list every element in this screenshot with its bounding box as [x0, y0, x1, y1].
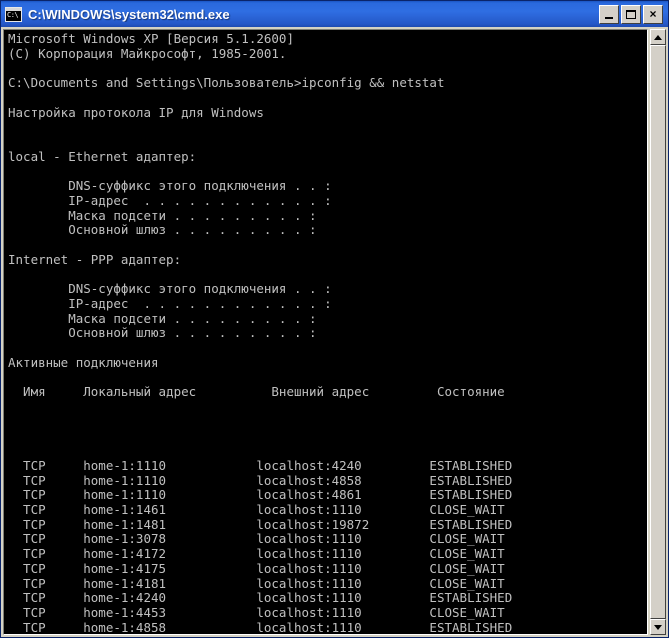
console-line: TCP home-1:1461 localhost:1110 CLOSE_WAI…: [8, 502, 505, 517]
console-line: TCP home-1:4175 localhost:1110 CLOSE_WAI…: [8, 560, 505, 576]
title-bar[interactable]: C:\ C:\WINDOWS\system32\cmd.exe ×: [1, 1, 668, 27]
console-line: local - Ethernet адаптер:: [8, 148, 197, 164]
chevron-up-icon: [654, 34, 662, 40]
scroll-thumb[interactable]: [650, 45, 666, 619]
console-output[interactable]: Microsoft Windows XP [Версия 5.1.2600] (C…: [4, 30, 647, 634]
console-line: DNS-суффикс этого подключения . . :: [8, 281, 332, 297]
console-line: DNS-суффикс этого подключения . . :: [8, 178, 332, 194]
console-line: TCP home-1:1110 localhost:4858 ESTABLISH…: [8, 472, 513, 488]
minimize-button[interactable]: [599, 4, 619, 24]
window-buttons: ×: [599, 4, 666, 24]
maximize-button[interactable]: [621, 4, 641, 24]
vertical-scrollbar[interactable]: [650, 29, 666, 635]
scroll-down-arrow[interactable]: [650, 619, 666, 635]
console-line: Основной шлюз . . . . . . . . . :: [8, 222, 317, 238]
console-line: Настройка протокола IP для Windows: [8, 104, 264, 120]
console-line: TCP home-1:4172 localhost:1110 CLOSE_WAI…: [8, 546, 505, 562]
console-line: Основной шлюз . . . . . . . . . :: [8, 325, 317, 341]
console-line: IP-адрес . . . . . . . . . . . . :: [8, 295, 332, 311]
cmd-console-icon[interactable]: C:\: [5, 6, 22, 22]
console-line: Имя Локальный адрес Внешний адрес Состоя…: [8, 384, 505, 400]
console-line: TCP home-1:3078 localhost:1110 CLOSE_WAI…: [8, 531, 505, 547]
console-line: TCP home-1:4181 localhost:1110 CLOSE_WAI…: [8, 575, 505, 591]
console-line: TCP home-1:4858 localhost:1110 ESTABLISH…: [8, 619, 513, 634]
maximize-icon: [626, 9, 636, 19]
console-line: (C) Корпорация Майкрософт, 1985-2001.: [8, 45, 287, 61]
minimize-icon: [605, 16, 613, 19]
console-frame: Microsoft Windows XP [Версия 5.1.2600] (C…: [3, 29, 648, 635]
close-icon: ×: [649, 7, 657, 21]
cmd-window: C:\ C:\WINDOWS\system32\cmd.exe × Micros…: [0, 0, 669, 638]
console-line: Маска подсети . . . . . . . . . :: [8, 310, 317, 326]
console-line: TCP home-1:4240 localhost:1110 ESTABLISH…: [8, 590, 513, 606]
console-line: Internet - PPP адаптер:: [8, 251, 182, 267]
close-button[interactable]: ×: [643, 4, 663, 24]
client-area: Microsoft Windows XP [Версия 5.1.2600] (C…: [1, 27, 668, 637]
scroll-up-arrow[interactable]: [650, 29, 666, 45]
console-line: TCP home-1:4453 localhost:1110 CLOSE_WAI…: [8, 605, 505, 621]
console-line: TCP home-1:1110 localhost:4240 ESTABLISH…: [8, 457, 513, 473]
window-title: C:\WINDOWS\system32\cmd.exe: [28, 6, 230, 22]
console-line: Маска подсети . . . . . . . . . :: [8, 207, 317, 223]
console-line: TCP home-1:1481 localhost:19872 ESTABLIS…: [8, 516, 513, 532]
console-line: C:\Documents and Settings\Пользователь>i…: [8, 75, 445, 91]
console-line: Microsoft Windows XP [Версия 5.1.2600]: [8, 31, 294, 46]
cmd-icon-label: C:\: [7, 10, 19, 19]
console-line: IP-адрес . . . . . . . . . . . . :: [8, 192, 332, 208]
console-line: TCP home-1:1110 localhost:4861 ESTABLISH…: [8, 487, 513, 503]
chevron-down-icon: [654, 624, 662, 630]
console-line: Активные подключения: [8, 354, 159, 370]
